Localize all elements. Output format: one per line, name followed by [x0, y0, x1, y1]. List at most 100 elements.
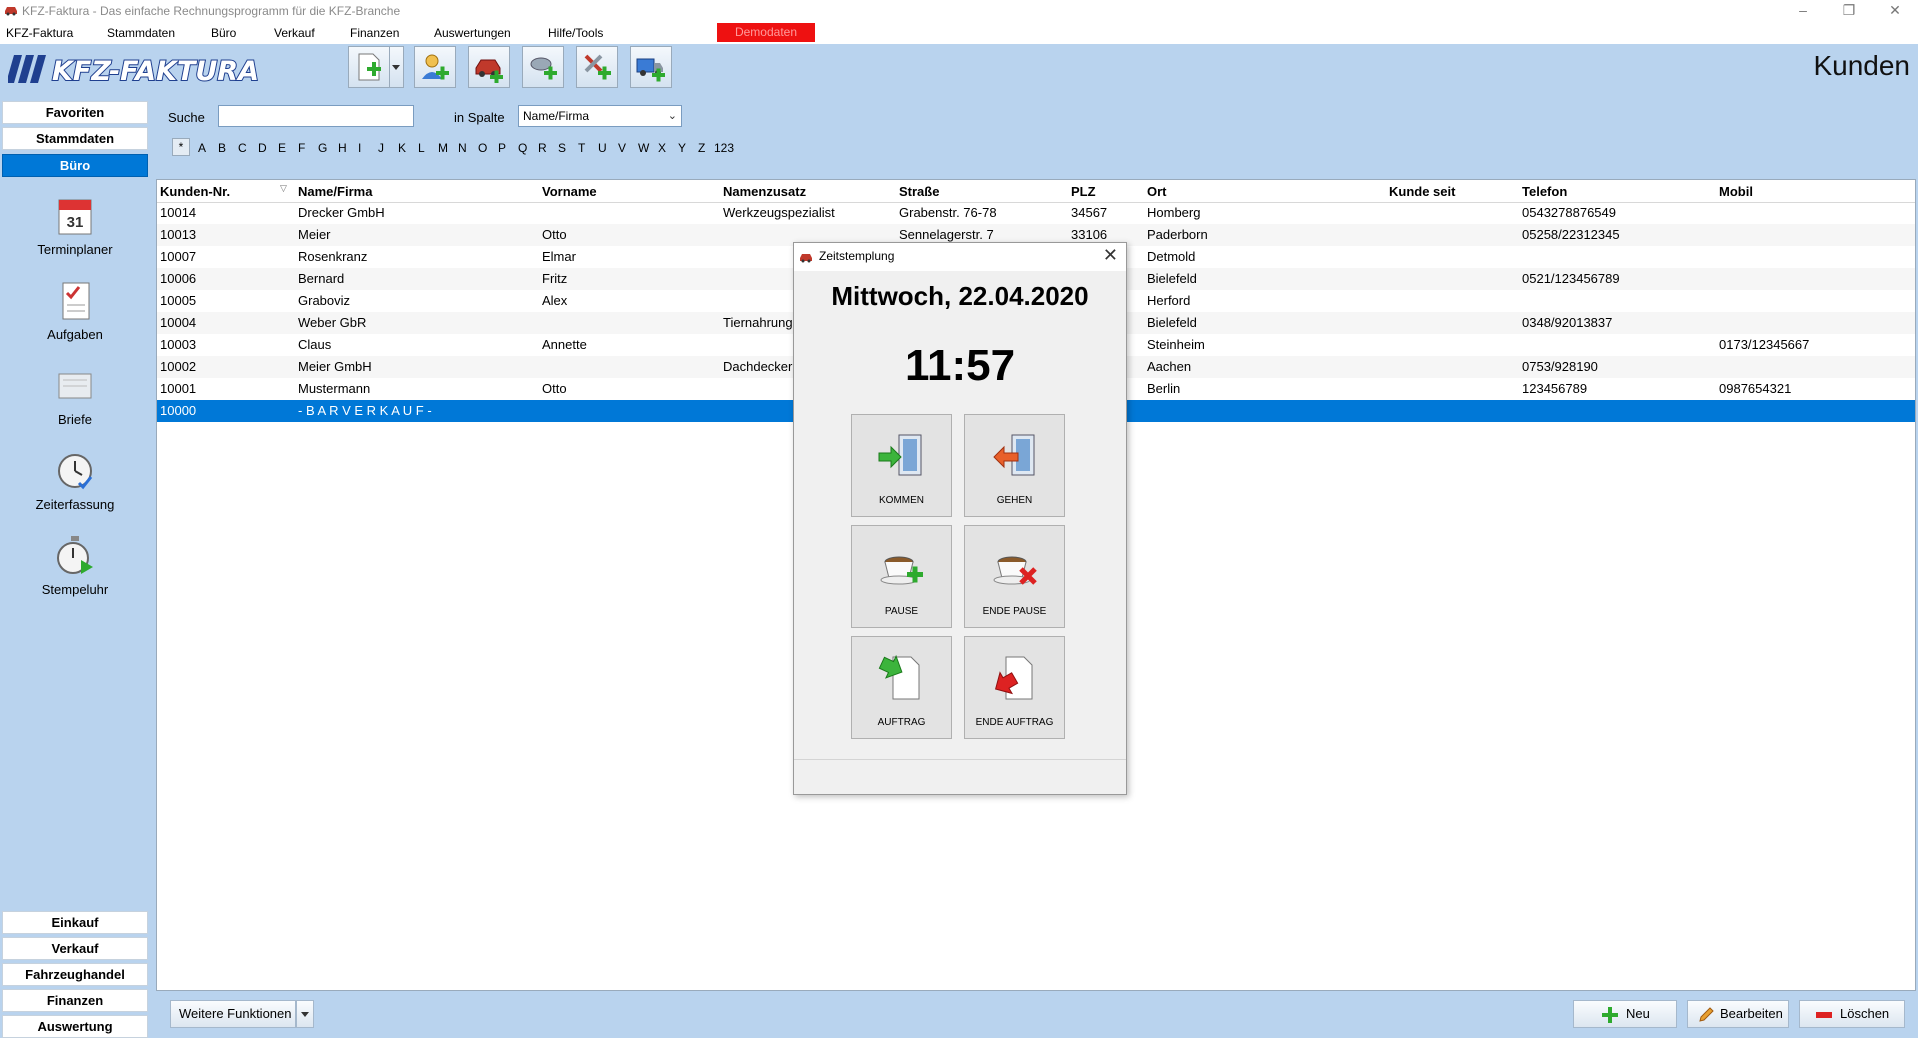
alphabet-filter-l[interactable]: L: [418, 141, 425, 155]
more-functions-button[interactable]: Weitere Funktionen: [170, 1000, 296, 1028]
column-header-namenzusatz[interactable]: Namenzusatz: [723, 184, 806, 199]
order-start-icon: [878, 654, 920, 700]
alphabet-filter-b[interactable]: B: [218, 141, 226, 155]
new-vehicle-button[interactable]: [468, 46, 510, 88]
alphabet-filter-d[interactable]: D: [258, 141, 267, 155]
sidebar-auswertung[interactable]: Auswertung: [2, 1015, 148, 1038]
dialog-close-button[interactable]: ✕: [1103, 245, 1118, 266]
restore-button[interactable]: ❐: [1826, 0, 1872, 22]
alphabet-filter-g[interactable]: G: [318, 141, 327, 155]
alphabet-filter-t[interactable]: T: [578, 141, 585, 155]
column-header-ort[interactable]: Ort: [1147, 184, 1167, 199]
alphabet-filter-all[interactable]: *: [172, 138, 190, 156]
alphabet-filter-x[interactable]: X: [658, 141, 666, 155]
alphabet-filter-h[interactable]: H: [338, 141, 347, 155]
new-document-button[interactable]: [348, 46, 390, 88]
sidebar-favoriten[interactable]: Favoriten: [2, 101, 148, 124]
new-document-dropdown[interactable]: [390, 46, 404, 88]
column-header-mobil[interactable]: Mobil: [1719, 184, 1753, 199]
new-supplier-button[interactable]: [630, 46, 672, 88]
alphabet-filter-n[interactable]: N: [458, 141, 467, 155]
sidebar-item-stempeluhr[interactable]: Stempeluhr: [2, 534, 148, 597]
dialog-title: Zeitstemplung: [819, 249, 895, 263]
table-cell: 0348/92013837: [1522, 315, 1613, 330]
time-stamp-dialog: Zeitstemplung ✕ Mittwoch, 22.04.2020 11:…: [793, 242, 1127, 795]
alphabet-filter-f[interactable]: F: [298, 141, 305, 155]
menu-hilfe-tools[interactable]: Hilfe/Tools: [548, 26, 603, 40]
menu-stammdaten[interactable]: Stammdaten: [107, 26, 175, 40]
menu-verkauf[interactable]: Verkauf: [274, 26, 315, 40]
sidebar-einkauf[interactable]: Einkauf: [2, 911, 148, 934]
sidebar-fahrzeughandel[interactable]: Fahrzeughandel: [2, 963, 148, 986]
alphabet-filter-e[interactable]: E: [278, 141, 286, 155]
alphabet-filter-p[interactable]: P: [498, 141, 506, 155]
alphabet-filter-r[interactable]: R: [538, 141, 547, 155]
new-button[interactable]: Neu: [1573, 1000, 1677, 1028]
sidebar-buero[interactable]: Büro: [2, 154, 148, 177]
table-cell: Sennelagerstr. 7: [899, 227, 994, 242]
column-header-telefon[interactable]: Telefon: [1522, 184, 1567, 199]
sidebar-verkauf[interactable]: Verkauf: [2, 937, 148, 960]
edit-button[interactable]: Bearbeiten: [1687, 1000, 1789, 1028]
sidebar-item-label: Briefe: [58, 412, 92, 427]
kommen-button[interactable]: KOMMEN: [851, 414, 952, 517]
alphabet-filter-v[interactable]: V: [618, 141, 626, 155]
column-select-value: Name/Firma: [523, 109, 590, 123]
gehen-button[interactable]: GEHEN: [964, 414, 1065, 517]
column-header-kunde-seit[interactable]: Kunde seit: [1389, 184, 1455, 199]
column-header-strasse[interactable]: Straße: [899, 184, 939, 199]
pause-button[interactable]: PAUSE: [851, 525, 952, 628]
sidebar-item-terminplaner[interactable]: 31 Terminplaner: [2, 194, 148, 257]
new-service-button[interactable]: [576, 46, 618, 88]
column-header-kunden-nr[interactable]: Kunden-Nr.: [160, 184, 230, 199]
alphabet-filter-q[interactable]: Q: [518, 141, 527, 155]
alphabet-filter-k[interactable]: K: [398, 141, 406, 155]
alphabet-filter-c[interactable]: C: [238, 141, 247, 155]
sidebar-item-zeiterfassung[interactable]: Zeiterfassung: [2, 449, 148, 512]
dialog-time: 11:57: [904, 341, 1016, 390]
menu-buero[interactable]: Büro: [211, 26, 236, 40]
delete-button[interactable]: Löschen: [1799, 1000, 1905, 1028]
table-cell: - B A R V E R K A U F -: [298, 403, 432, 418]
door-enter-icon: [878, 434, 922, 476]
alphabet-filter-m[interactable]: M: [438, 141, 448, 155]
table-cell: 0543278876549: [1522, 205, 1616, 220]
column-header-name-firma[interactable]: Name/Firma: [298, 184, 372, 199]
close-window-button[interactable]: ✕: [1872, 0, 1918, 22]
alphabet-filter-z[interactable]: Z: [698, 141, 705, 155]
order-end-icon: [994, 656, 1033, 700]
new-customer-button[interactable]: [414, 46, 456, 88]
alphabet-filter-j[interactable]: J: [378, 141, 384, 155]
new-part-button[interactable]: [522, 46, 564, 88]
menu-finanzen[interactable]: Finanzen: [350, 26, 399, 40]
car-icon: [800, 254, 812, 263]
ende-auftrag-button[interactable]: ENDE AUFTRAG: [964, 636, 1065, 739]
search-input[interactable]: [218, 105, 414, 127]
sidebar-item-briefe[interactable]: Briefe: [2, 364, 148, 427]
chevron-down-icon: [301, 1012, 309, 1017]
add-car-icon: [475, 59, 503, 83]
column-header-plz[interactable]: PLZ: [1071, 184, 1096, 199]
alphabet-filter-o[interactable]: O: [478, 141, 487, 155]
menu-auswertungen[interactable]: Auswertungen: [434, 26, 511, 40]
menu-kfz-faktura[interactable]: KFZ-Faktura: [6, 26, 73, 40]
sidebar-finanzen[interactable]: Finanzen: [2, 989, 148, 1012]
alphabet-filter-w[interactable]: W: [638, 141, 649, 155]
auftrag-button[interactable]: AUFTRAG: [851, 636, 952, 739]
minimize-button[interactable]: –: [1780, 0, 1826, 22]
alphabet-filter-s[interactable]: S: [558, 141, 566, 155]
alphabet-filter-y[interactable]: Y: [678, 141, 686, 155]
table-row[interactable]: 10014 Drecker GmbH Werkzeugspezialist Grabe…: [157, 202, 1915, 224]
column-header-vorname[interactable]: Vorname: [542, 184, 597, 199]
alphabet-filter-u[interactable]: U: [598, 141, 607, 155]
sidebar-item-aufgaben[interactable]: Aufgaben: [2, 279, 148, 342]
ende-pause-button[interactable]: ENDE PAUSE: [964, 525, 1065, 628]
sidebar-stammdaten[interactable]: Stammdaten: [2, 127, 148, 150]
alphabet-filter-a[interactable]: A: [198, 141, 206, 155]
alphabet-filter-i[interactable]: I: [358, 141, 361, 155]
table-cell: 05258/22312345: [1522, 227, 1620, 242]
alphabet-filter-123[interactable]: 123: [714, 141, 734, 155]
more-functions-dropdown[interactable]: [296, 1000, 314, 1028]
column-select[interactable]: Name/Firma ⌄: [518, 105, 682, 127]
kommen-label: KOMMEN: [879, 495, 924, 506]
